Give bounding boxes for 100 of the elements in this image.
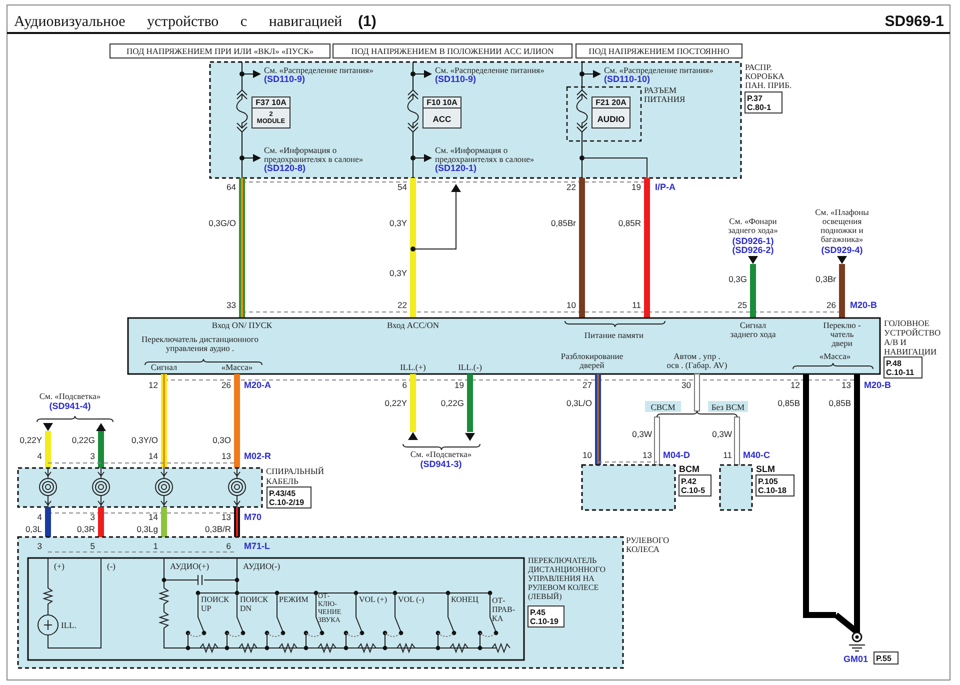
terminal-label: Сигнал заднего хода bbox=[730, 320, 776, 339]
reference-code: (SD926-1) (SD926-2) bbox=[732, 236, 774, 255]
pin-number: 11 bbox=[723, 450, 732, 460]
wire-gauge: 0,3W bbox=[712, 429, 732, 439]
fuse-label: F10 10A ACC bbox=[422, 96, 462, 128]
reference-text: См. «Подсветка» bbox=[39, 391, 101, 401]
wire-gauge: 0,85B bbox=[778, 398, 800, 408]
pin-number: 3 bbox=[37, 541, 42, 551]
page-reference: P.37 C.80-1 bbox=[744, 92, 782, 114]
page-reference: P.105 C.10-18 bbox=[756, 474, 794, 496]
power-condition-label: ПОД НАПРЯЖЕНИЕМ ПРИ ИЛИ «ВКЛ» «ПУСК» bbox=[110, 44, 330, 58]
reference-text: См. «Плафоны освещения подножки и багажника» bbox=[815, 207, 869, 244]
pin-number: 19 bbox=[454, 380, 464, 390]
wire-gauge: 0,3L bbox=[25, 524, 42, 534]
fuse-label: F21 20A AUDIO bbox=[592, 96, 630, 128]
reference-text: См. «Информация о предохранителях в салоне» bbox=[435, 145, 534, 164]
terminal-label: Переклю - чатель двери bbox=[823, 320, 861, 348]
wire-gauge: 0,22G bbox=[440, 398, 464, 408]
terminal-label: «Масса» bbox=[819, 351, 851, 361]
reference-code: (SD120-1) bbox=[435, 163, 477, 173]
terminal-label: Сигнал bbox=[150, 362, 178, 372]
wire-gauge: 0,22Y bbox=[20, 435, 42, 445]
fuse-icon bbox=[236, 90, 248, 132]
fuse-box-name: РАСПР. КОРОБКА ПАН. ПРИБ. bbox=[745, 62, 792, 90]
power-condition-label: ПОД НАПРЯЖЕНИЕМ ПОСТОЯННО bbox=[576, 44, 742, 58]
pin-number: 26 bbox=[222, 380, 231, 390]
reference-code: (SD941-3) bbox=[420, 459, 462, 469]
wire-gauge: 0,3Lg bbox=[136, 524, 158, 534]
spiral-cable-icon bbox=[155, 468, 173, 508]
pin-number: 10 bbox=[582, 450, 592, 460]
ground-icon bbox=[848, 632, 866, 652]
reference-code: (SD929-4) bbox=[821, 245, 863, 255]
reference-text: См. «Распределение питания» bbox=[604, 65, 714, 75]
ground-code: GM01 bbox=[843, 654, 868, 664]
pin-number: 30 bbox=[682, 380, 691, 390]
pin-number: 10 bbox=[566, 300, 576, 310]
terminal-label: Автом . упр . осв . (Габар. AV) bbox=[666, 351, 728, 370]
arrow bbox=[414, 154, 432, 162]
pin-number: 33 bbox=[226, 300, 236, 310]
arrowhead-icon bbox=[748, 256, 758, 264]
pin-number: 6 bbox=[226, 541, 231, 551]
connector-code: M02-R bbox=[244, 451, 272, 461]
connector-code: M04-D bbox=[663, 450, 690, 460]
pin-number: 13 bbox=[222, 512, 231, 522]
wire-gauge: 0,85Br bbox=[550, 218, 576, 228]
arrow bbox=[244, 154, 261, 162]
wire-gauge: 0,3Y bbox=[390, 268, 407, 278]
wire-gauge: 0,3G bbox=[728, 274, 747, 284]
terminal-label: Питание памяти bbox=[584, 330, 644, 340]
terminal-label: АУДИО(+) bbox=[170, 561, 210, 571]
diagram-code: SD969-1 bbox=[884, 13, 944, 30]
pin-number: 13 bbox=[222, 451, 231, 461]
pin-number: 54 bbox=[398, 182, 407, 192]
pin-number: 22 bbox=[566, 182, 576, 192]
page-reference: P.45 C.10-19 bbox=[528, 606, 564, 628]
spiral-cable-icon bbox=[228, 468, 246, 508]
arrow bbox=[414, 70, 432, 78]
connector-name: РАЗЪЕМ ПИТАНИЯ bbox=[644, 85, 686, 104]
wire-gauge: 0,22Y bbox=[384, 398, 407, 408]
terminal-label: Разблокирование дверей bbox=[560, 351, 624, 370]
wire-gauge: 0,3L/O bbox=[566, 398, 592, 408]
pin-number: 1 bbox=[153, 541, 158, 551]
terminal-label: Вход ON/ ПУСК bbox=[212, 320, 272, 330]
terminal-label: АУДИО(-) bbox=[243, 561, 280, 571]
pin-number: 12 bbox=[148, 380, 158, 390]
reference-code: (SD120-8) bbox=[264, 163, 306, 173]
pin-number: 11 bbox=[632, 300, 641, 310]
pin-number: 26 bbox=[826, 300, 836, 310]
connector-code: M40-C bbox=[743, 450, 770, 460]
reference-text: См. «Распределение питания» bbox=[264, 65, 374, 75]
terminal-label: (-) bbox=[107, 561, 116, 571]
terminal-label: Вход ACC/ON bbox=[386, 320, 440, 330]
pin-number: 13 bbox=[642, 450, 652, 460]
button-label: ОТ- ПРАВ- КА bbox=[492, 596, 515, 623]
page-reference: P.55 bbox=[874, 652, 898, 664]
wire-gauge: 0,3O bbox=[212, 435, 231, 445]
wire-gauge: 0,3R bbox=[77, 524, 95, 534]
wire-gauge: 0,85B bbox=[828, 398, 851, 408]
pin-number: 14 bbox=[148, 512, 158, 522]
diagram-number: (1) bbox=[358, 13, 376, 30]
arrow bbox=[584, 70, 601, 78]
pin-number: 13 bbox=[842, 380, 851, 390]
arrow bbox=[244, 70, 261, 78]
button-label: VOL (+) bbox=[359, 595, 387, 604]
page-reference: P.48 C.10-11 bbox=[884, 356, 922, 378]
connector-code: M20-B bbox=[864, 380, 892, 390]
terminal-label: ILL.(+) bbox=[400, 362, 426, 372]
terminal-label: (+) bbox=[54, 561, 64, 571]
pin-number: 3 bbox=[90, 451, 95, 461]
pin-number: 25 bbox=[738, 300, 747, 310]
terminal-label: ILL.(-) bbox=[458, 362, 482, 372]
fuse-icon bbox=[576, 90, 588, 132]
page-reference: P.43/45 C.10-2/19 bbox=[266, 486, 312, 508]
wire-gauge: 0,3Y bbox=[390, 218, 407, 228]
wire-gauge: 0,3W bbox=[632, 429, 652, 439]
wire-gauge: 0,22G bbox=[72, 435, 95, 445]
terminal-label: «Масса» bbox=[221, 362, 253, 372]
variant-tag: Без BCM bbox=[708, 401, 748, 412]
pin-number: 19 bbox=[632, 182, 641, 192]
connector-code: M71-L bbox=[244, 541, 270, 551]
